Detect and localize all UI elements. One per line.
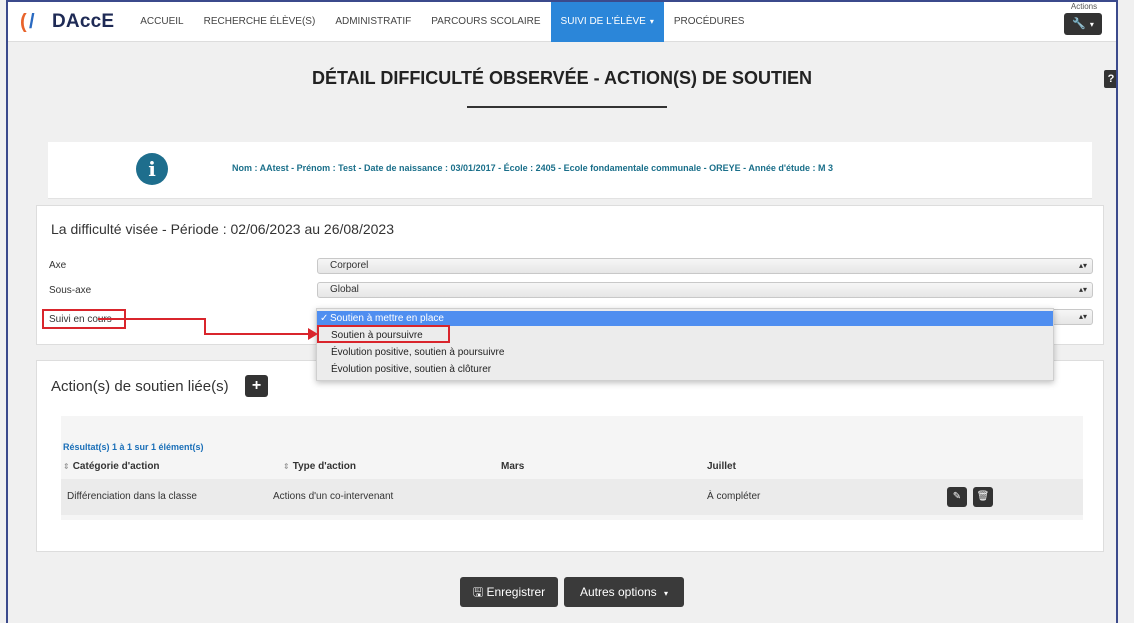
app-window: (/ DAccE ACCUEIL RECHERCHE ÉLÈVE(S) ADMI…: [6, 0, 1118, 623]
option-highlight: [317, 325, 450, 343]
annotation-arrow-icon: [98, 318, 318, 340]
